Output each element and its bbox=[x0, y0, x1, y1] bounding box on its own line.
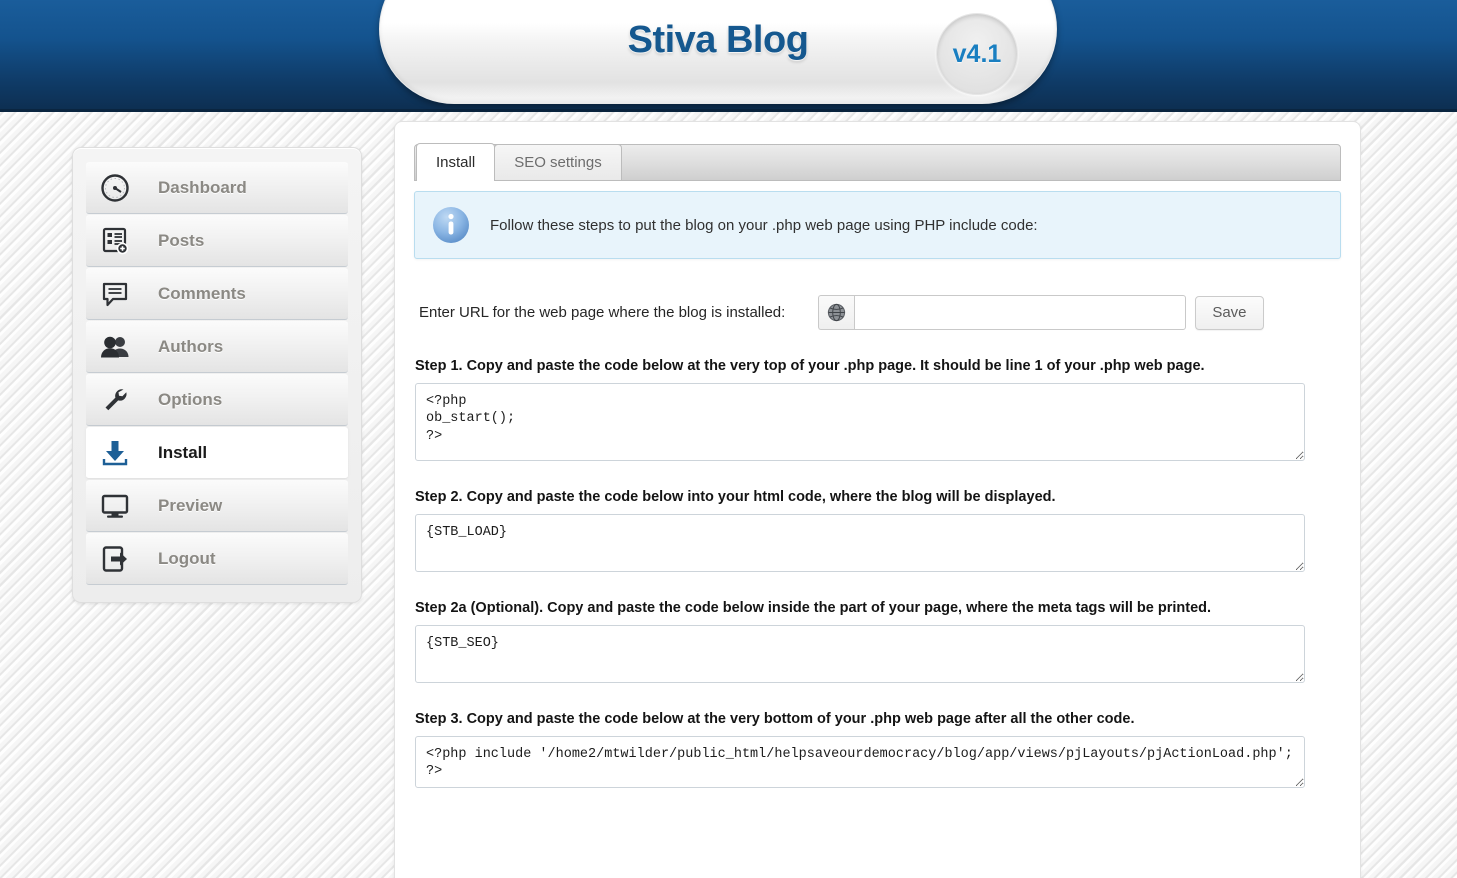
sidebar-item-label: Install bbox=[158, 443, 208, 462]
sidebar-item-label: Authors bbox=[158, 337, 224, 356]
step-2-code[interactable]: {STB_LOAD} bbox=[415, 514, 1305, 572]
tab-bar: Install SEO settings bbox=[414, 143, 1341, 181]
step-2-title: Step 2. Copy and paste the code below in… bbox=[415, 489, 1056, 505]
step-1-code[interactable]: <?php ob_start(); ?> bbox=[415, 383, 1305, 461]
sidebar-item-comments[interactable]: Comments bbox=[86, 268, 348, 320]
info-circle-icon bbox=[429, 203, 473, 247]
comment-bubble-icon bbox=[98, 277, 132, 311]
step-3-code[interactable]: <?php include '/home2/mtwilder/public_ht… bbox=[415, 736, 1305, 788]
url-label: Enter URL for the web page where the blo… bbox=[419, 304, 786, 321]
wrench-icon bbox=[98, 383, 132, 417]
app-header: Stiva Blog v4.1 bbox=[0, 0, 1457, 112]
step-2a-code[interactable]: {STB_SEO} bbox=[415, 625, 1305, 683]
url-input[interactable] bbox=[854, 295, 1187, 330]
sidebar-item-posts[interactable]: Posts bbox=[86, 215, 348, 267]
version-badge: v4.1 bbox=[936, 13, 1018, 95]
speedometer-icon bbox=[98, 171, 132, 205]
info-message: Follow these steps to put the blog on yo… bbox=[490, 216, 1038, 234]
posts-list-icon bbox=[98, 224, 132, 258]
sidebar-nav: Dashboard Posts Comments Authors Options… bbox=[72, 147, 362, 603]
url-row: Enter URL for the web page where the blo… bbox=[419, 295, 1360, 330]
tab-seo-settings[interactable]: SEO settings bbox=[494, 144, 622, 180]
sidebar-item-label: Logout bbox=[158, 549, 216, 568]
info-banner: Follow these steps to put the blog on yo… bbox=[414, 191, 1341, 259]
url-input-group bbox=[818, 295, 1187, 330]
step-1-title: Step 1. Copy and paste the code below at… bbox=[415, 358, 1205, 374]
sidebar-item-logout[interactable]: Logout bbox=[86, 533, 348, 585]
main-content-panel: Install SEO settings Follow these steps … bbox=[394, 121, 1361, 878]
sidebar-item-options[interactable]: Options bbox=[86, 374, 348, 426]
sidebar-item-label: Posts bbox=[158, 231, 205, 250]
logout-door-icon bbox=[98, 542, 132, 576]
sidebar-item-label: Dashboard bbox=[158, 178, 247, 197]
download-arrow-icon bbox=[98, 436, 132, 470]
page-body: Dashboard Posts Comments Authors Options… bbox=[0, 112, 1457, 878]
sidebar-item-label: Preview bbox=[158, 496, 223, 515]
users-icon bbox=[98, 330, 132, 364]
sidebar-item-install[interactable]: Install bbox=[86, 427, 348, 479]
sidebar-item-label: Options bbox=[158, 390, 223, 409]
step-3-title: Step 3. Copy and paste the code below at… bbox=[415, 711, 1135, 727]
sidebar-item-dashboard[interactable]: Dashboard bbox=[86, 162, 348, 214]
step-2a-title: Step 2a (Optional). Copy and paste the c… bbox=[415, 600, 1212, 616]
save-button[interactable]: Save bbox=[1195, 295, 1264, 330]
globe-icon bbox=[818, 295, 855, 330]
sidebar-item-authors[interactable]: Authors bbox=[86, 321, 348, 373]
sidebar-item-preview[interactable]: Preview bbox=[86, 480, 348, 532]
monitor-icon bbox=[98, 489, 132, 523]
sidebar-item-label: Comments bbox=[158, 284, 246, 303]
logo-pill: Stiva Blog v4.1 bbox=[379, 0, 1057, 104]
tab-install[interactable]: Install bbox=[416, 143, 496, 181]
